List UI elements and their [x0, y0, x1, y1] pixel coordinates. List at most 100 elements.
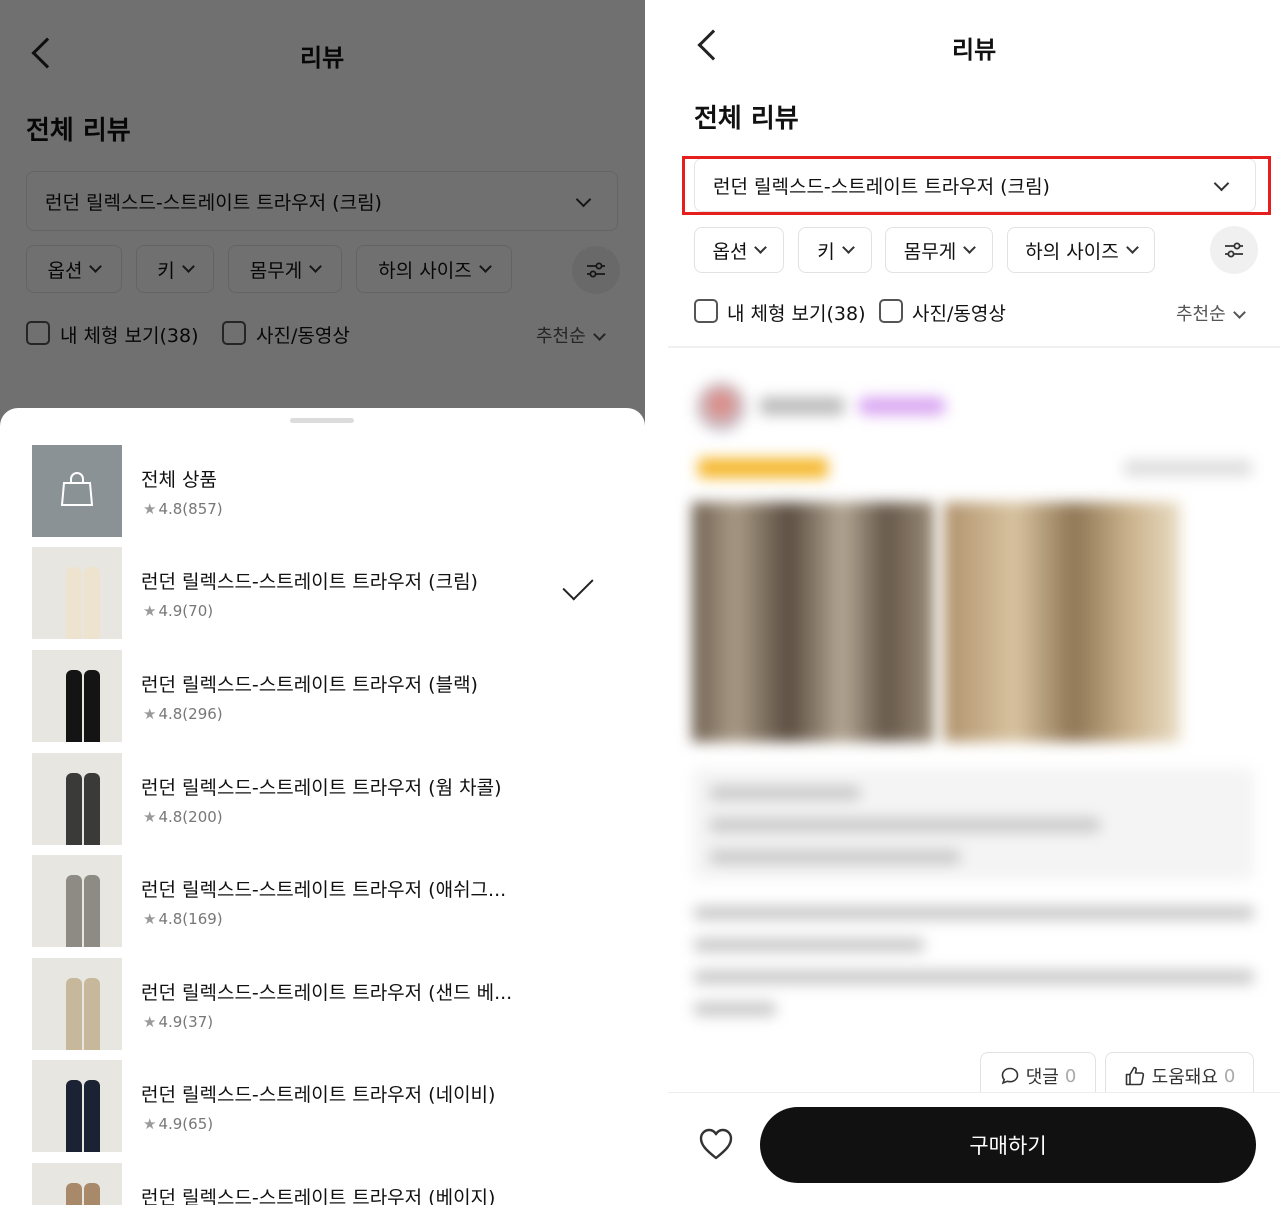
filter-weight[interactable]: 몸무게 — [885, 227, 993, 273]
product-name: 런던 릴렉스드-스트레이트 트라우저 (베이지) — [141, 1187, 496, 1205]
bottom-purchase-bar: 구매하기 — [668, 1092, 1280, 1205]
product-thumbnail — [32, 855, 122, 947]
product-name: 런던 릴렉스드-스트레이트 트라우저 (웜 차콜) — [141, 777, 502, 799]
review-photo[interactable] — [944, 502, 1180, 742]
trouser-leg — [84, 1080, 100, 1152]
trouser-leg — [84, 875, 100, 947]
product-thumbnail — [32, 547, 122, 639]
text-line-blurred — [710, 786, 860, 800]
trouser-leg — [66, 875, 82, 947]
sort-select[interactable]: 추천순 — [1176, 300, 1246, 326]
comment-count: 0 — [1064, 1065, 1077, 1087]
product-list-item[interactable]: 전체 상품 ★ 4.8(857) — [0, 445, 645, 537]
photo-video-label: 사진/동영상 — [912, 303, 1006, 325]
product-rating: ★ 4.8(857) — [143, 500, 223, 518]
product-list-item[interactable]: 런던 릴렉스드-스트레이트 트라우저 (크림) ★ 4.9(70) — [0, 547, 645, 639]
product-list-item[interactable]: 런던 릴렉스드-스트레이트 트라우저 (베이지) — [0, 1163, 645, 1205]
product-name: 런던 릴렉스드-스트레이트 트라우저 (블랙) — [141, 674, 478, 696]
product-rating-value: 4.8(169) — [158, 910, 223, 928]
product-name: 런던 릴렉스드-스트레이트 트라우저 (샌드 베... — [141, 982, 513, 1004]
chevron-down-icon — [841, 240, 855, 254]
sheet-drag-handle[interactable] — [290, 418, 354, 423]
chevron-down-icon — [754, 240, 768, 254]
product-list-item[interactable]: 런던 릴렉스드-스트레이트 트라우저 (샌드 베... ★ 4.9(37) — [0, 958, 645, 1050]
shopping-bag-icon — [60, 472, 94, 506]
star-icon: ★ — [143, 500, 157, 518]
trouser-leg — [84, 978, 100, 1050]
comment-label: 댓글 — [1025, 1067, 1059, 1088]
my-body-type-checkbox[interactable] — [694, 299, 718, 323]
thumbs-up-icon — [1125, 1066, 1144, 1086]
product-thumbnail — [32, 958, 122, 1050]
buy-button[interactable]: 구매하기 — [760, 1107, 1256, 1183]
trouser-leg — [84, 1183, 100, 1205]
checkmark-icon — [562, 569, 594, 601]
product-rating-value: 4.8(857) — [158, 500, 223, 518]
star-icon: ★ — [143, 705, 157, 723]
filter-weight-label: 몸무게 — [903, 240, 957, 263]
helpful-count: 0 — [1223, 1065, 1236, 1087]
product-thumbnail — [32, 1060, 122, 1152]
product-list-item[interactable]: 런던 릴렉스드-스트레이트 트라우저 (네이비) ★ 4.9(65) — [0, 1060, 645, 1152]
trouser-leg — [66, 670, 82, 742]
filter-bottom-size[interactable]: 하의 사이즈 — [1007, 227, 1155, 273]
page-title: 리뷰 — [952, 36, 997, 64]
text-line-blurred — [710, 818, 1100, 832]
filter-height[interactable]: 키 — [798, 227, 872, 273]
section-title: 전체 리뷰 — [694, 104, 799, 134]
helpful-label: 도움돼요 — [1151, 1067, 1218, 1088]
product-rating-value: 4.9(70) — [158, 602, 214, 620]
product-list-item[interactable]: 런던 릴렉스드-스트레이트 트라우저 (웜 차콜) ★ 4.8(200) — [0, 753, 645, 845]
photo-video-checkbox[interactable] — [879, 299, 903, 323]
all-products-thumbnail — [32, 445, 122, 537]
review-photo[interactable] — [692, 502, 934, 742]
review-text-blurred — [694, 1002, 776, 1016]
trouser-leg — [84, 773, 100, 845]
trouser-leg — [66, 773, 82, 845]
text-line-blurred — [710, 850, 960, 864]
filter-settings-button[interactable] — [1210, 226, 1258, 274]
heart-icon[interactable] — [698, 1127, 734, 1161]
review-text-blurred — [694, 906, 1254, 920]
product-rating-value: 4.9(65) — [158, 1115, 214, 1133]
trouser-leg — [66, 978, 82, 1050]
back-arrow-icon[interactable] — [697, 29, 729, 61]
product-list-item[interactable]: 런던 릴렉스드-스트레이트 트라우저 (블랙) ★ 4.8(296) — [0, 650, 645, 742]
product-list-item[interactable]: 런던 릴렉스드-스트레이트 트라우저 (애쉬그... ★ 4.8(169) — [0, 855, 645, 947]
product-rating-value: 4.9(37) — [158, 1013, 214, 1031]
review-stars-blurred — [698, 458, 828, 478]
product-rating: ★ 4.8(200) — [143, 808, 223, 826]
product-name: 전체 상품 — [141, 469, 217, 491]
filter-option-label: 옵션 — [712, 240, 748, 263]
trouser-leg — [66, 567, 82, 639]
sliders-icon — [1225, 242, 1243, 258]
chevron-down-icon — [1232, 306, 1246, 319]
filter-option[interactable]: 옵션 — [694, 227, 784, 273]
product-name: 런던 릴렉스드-스트레이트 트라우저 (애쉬그... — [141, 879, 507, 901]
product-rating: ★ 4.9(37) — [143, 1013, 213, 1031]
product-rating: ★ 4.9(70) — [143, 602, 213, 620]
left-screen: 리뷰 전체 리뷰 런던 릴렉스드-스트레이트 트라우저 (크림) 옵션 키 몸무… — [0, 0, 645, 1205]
product-rating-value: 4.8(296) — [158, 705, 223, 723]
star-icon: ★ — [143, 1115, 157, 1133]
product-rating-value: 4.8(200) — [158, 808, 223, 826]
product-name: 런던 릴렉스드-스트레이트 트라우저 (크림) — [141, 571, 478, 593]
sort-label: 추천순 — [1176, 304, 1226, 325]
trouser-leg — [84, 567, 100, 639]
speech-bubble-icon — [1001, 1067, 1019, 1085]
product-bottom-sheet: 전체 상품 ★ 4.8(857) 런던 릴렉스드-스트레이트 트라우저 (크림) ★ 4.… — [0, 408, 645, 1205]
reviewer-avatar — [696, 382, 746, 432]
product-thumbnail — [32, 650, 122, 742]
trouser-leg — [66, 1183, 82, 1205]
trouser-leg — [84, 670, 100, 742]
my-body-type-label: 내 체형 보기(38) — [727, 303, 866, 325]
divider — [668, 346, 1280, 348]
review-text-blurred — [694, 970, 1254, 984]
chevron-down-icon — [1125, 240, 1139, 254]
product-rating: ★ 4.8(296) — [143, 705, 223, 723]
star-icon: ★ — [143, 808, 157, 826]
reviewer-body-info-blurred — [692, 768, 1254, 880]
product-thumbnail — [32, 1163, 122, 1205]
star-icon: ★ — [143, 910, 157, 928]
reviewer-badge-blurred — [858, 397, 946, 415]
